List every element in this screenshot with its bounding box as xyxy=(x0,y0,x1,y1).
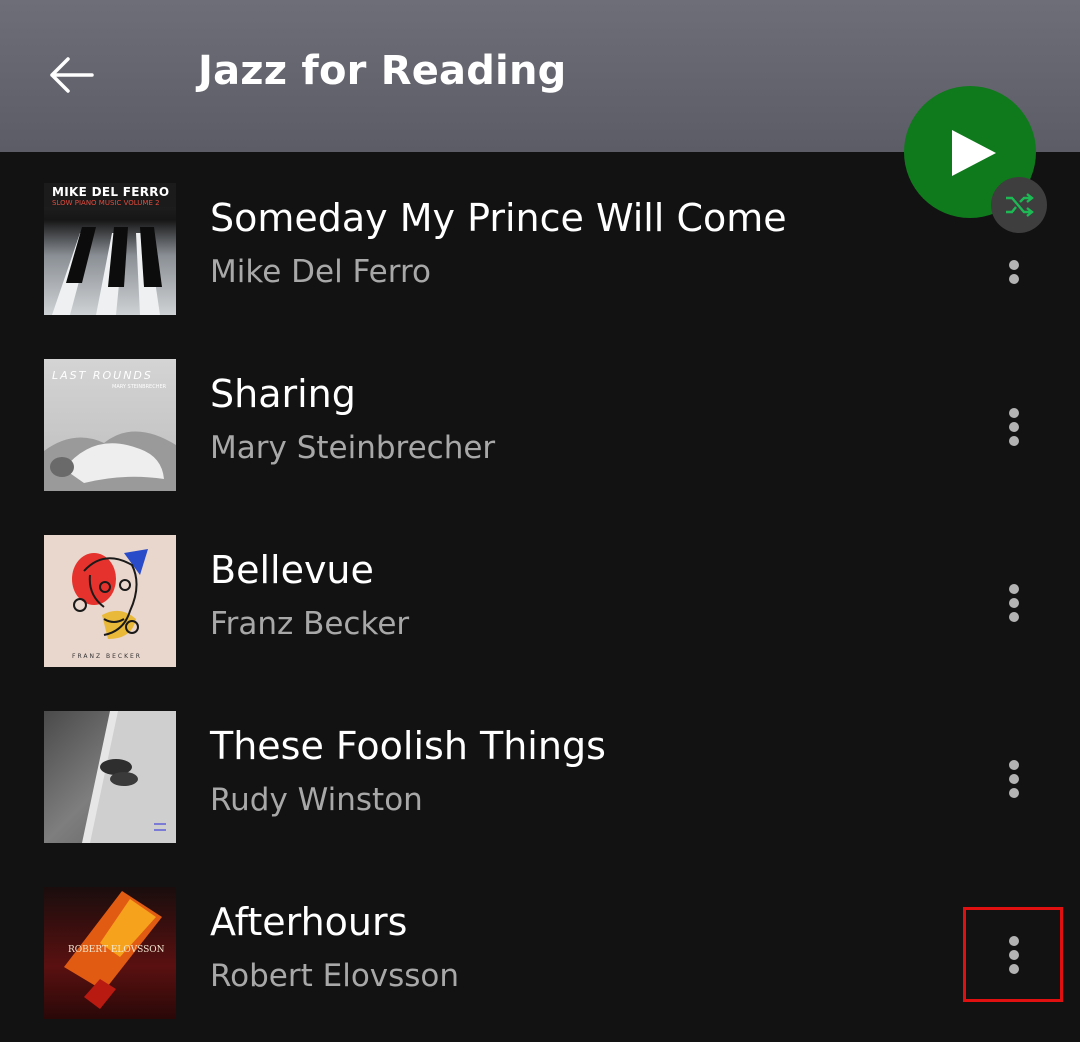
dot xyxy=(1009,260,1019,270)
cover-subtitle: SLOW PIANO MUSIC VOLUME 2 xyxy=(52,199,160,207)
dot xyxy=(1009,436,1019,446)
track-title: Sharing xyxy=(210,372,356,416)
album-cover: MIKE DEL FERRO SLOW PIANO MUSIC VOLUME 2 xyxy=(44,183,176,315)
album-cover: ROBERT ELOVSSON xyxy=(44,887,176,1019)
cover-title: ROBERT ELOVSSON xyxy=(68,945,165,955)
page-title: Jazz for Reading xyxy=(198,48,567,94)
more-options-button[interactable] xyxy=(994,386,1034,462)
track-row[interactable]: MIKE DEL FERRO SLOW PIANO MUSIC VOLUME 2… xyxy=(0,152,1080,328)
track-title: Someday My Prince Will Come xyxy=(210,196,787,240)
track-title: These Foolish Things xyxy=(210,724,606,768)
dot xyxy=(1009,422,1019,432)
more-options-button[interactable] xyxy=(994,738,1034,814)
track-artist: Mary Steinbrecher xyxy=(210,430,496,466)
back-button[interactable] xyxy=(44,52,100,100)
cover-title: MIKE DEL FERRO xyxy=(52,185,170,199)
more-options-button[interactable] xyxy=(994,914,1034,990)
cover-subtitle: MARY STEINBRECHER xyxy=(112,384,167,390)
dot xyxy=(1009,936,1019,946)
track-artist: Franz Becker xyxy=(210,606,410,642)
dot xyxy=(1009,612,1019,622)
dot xyxy=(1009,760,1019,770)
shuffle-icon xyxy=(1006,193,1034,217)
more-options-button[interactable] xyxy=(994,562,1034,638)
track-row[interactable]: FRANZ BECKER Bellevue Franz Becker xyxy=(0,504,1080,680)
back-arrow-icon xyxy=(50,57,94,93)
track-artist: Mike Del Ferro xyxy=(210,254,431,290)
track-artist: Robert Elovsson xyxy=(210,958,460,994)
dot xyxy=(1009,950,1019,960)
cover-title: FRANZ BECKER xyxy=(72,653,142,660)
track-title: Afterhours xyxy=(210,900,408,944)
track-row[interactable]: ROBERT ELOVSSON Afterhours Robert Elovss… xyxy=(0,856,1080,1032)
dot xyxy=(1009,788,1019,798)
shuffle-button[interactable] xyxy=(991,177,1047,233)
dot xyxy=(1009,584,1019,594)
dot xyxy=(1009,774,1019,784)
album-cover xyxy=(44,711,176,843)
track-title: Bellevue xyxy=(210,548,374,592)
dot xyxy=(1009,408,1019,418)
album-cover: FRANZ BECKER xyxy=(44,535,176,667)
album-cover: LAST ROUNDS MARY STEINBRECHER xyxy=(44,359,176,491)
dot xyxy=(1009,964,1019,974)
track-row[interactable]: LAST ROUNDS MARY STEINBRECHER Sharing Ma… xyxy=(0,328,1080,504)
track-row[interactable]: These Foolish Things Rudy Winston xyxy=(0,680,1080,856)
dot xyxy=(1009,274,1019,284)
dot xyxy=(1009,598,1019,608)
cover-title: LAST ROUNDS xyxy=(52,369,153,382)
track-artist: Rudy Winston xyxy=(210,782,423,818)
